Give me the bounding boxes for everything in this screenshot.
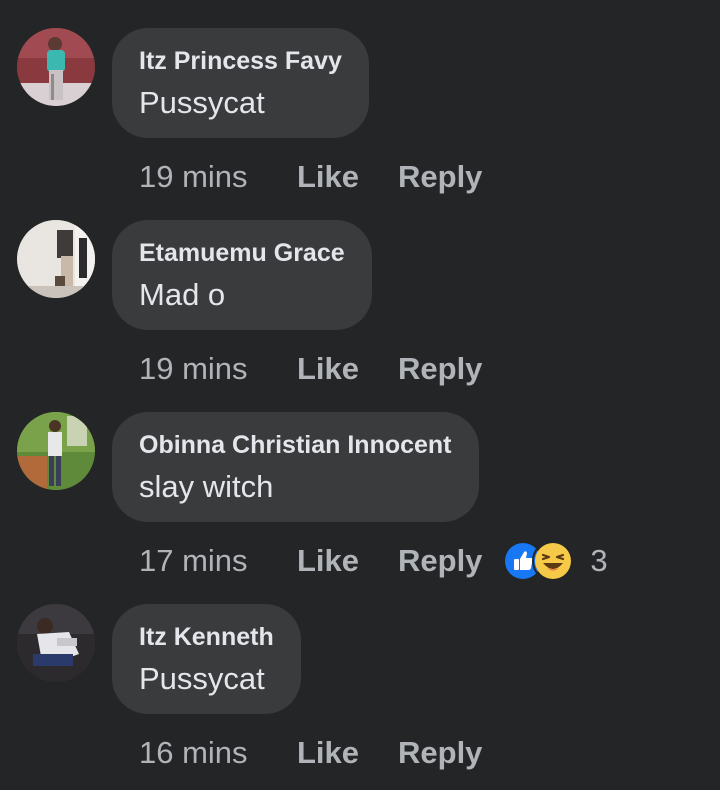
comment-author[interactable]: Itz Princess Favy — [139, 46, 342, 76]
comment-timestamp[interactable]: 17 mins — [139, 543, 297, 579]
reply-button[interactable]: Reply — [398, 543, 482, 579]
comment-bubble: Itz Princess Favy Pussycat — [112, 28, 369, 138]
reply-button[interactable]: Reply — [398, 735, 482, 771]
like-button[interactable]: Like — [297, 159, 398, 195]
comment-item: Obinna Christian Innocent slay witch 17 … — [0, 384, 720, 582]
like-button[interactable]: Like — [297, 351, 398, 387]
comment-author[interactable]: Obinna Christian Innocent — [139, 430, 452, 460]
comment-thread: Itz Princess Favy Pussycat 19 mins Like … — [0, 0, 720, 790]
avatar[interactable] — [17, 28, 95, 106]
comment-bubble: Itz Kenneth Pussycat — [112, 604, 301, 714]
comment-text: slay witch — [139, 469, 274, 504]
comment-bubble: Obinna Christian Innocent slay witch — [112, 412, 479, 522]
comment-item: Itz Princess Favy Pussycat 19 mins Like … — [0, 0, 720, 195]
reaction-count: 3 — [590, 543, 608, 578]
avatar-photo — [17, 220, 95, 298]
comment-timestamp[interactable]: 16 mins — [139, 735, 297, 771]
reply-button[interactable]: Reply — [398, 159, 482, 195]
comment-timestamp[interactable]: 19 mins — [139, 351, 297, 387]
avatar[interactable] — [17, 604, 95, 682]
avatar-photo — [17, 28, 95, 106]
avatar-photo — [17, 412, 95, 490]
comment-bubble: Etamuemu Grace Mad o — [112, 220, 372, 330]
comment-text: Pussycat — [139, 85, 265, 120]
like-button[interactable]: Like — [297, 543, 398, 579]
comment-author[interactable]: Etamuemu Grace — [139, 238, 345, 268]
avatar-photo — [17, 604, 95, 682]
comment-timestamp[interactable]: 19 mins — [139, 159, 297, 195]
comment-text: Mad o — [139, 277, 226, 312]
reply-button[interactable]: Reply — [398, 351, 482, 387]
comment-text: Pussycat — [139, 661, 265, 696]
comment-item: Itz Kenneth Pussycat 16 mins Like Reply — [0, 576, 720, 770]
comment-actions: 16 mins Like Reply — [139, 731, 482, 775]
avatar[interactable] — [17, 412, 95, 490]
avatar[interactable] — [17, 220, 95, 298]
like-button[interactable]: Like — [297, 735, 398, 771]
comment-author[interactable]: Itz Kenneth — [139, 622, 274, 652]
comment-item: Etamuemu Grace Mad o 19 mins Like Reply — [0, 192, 720, 387]
